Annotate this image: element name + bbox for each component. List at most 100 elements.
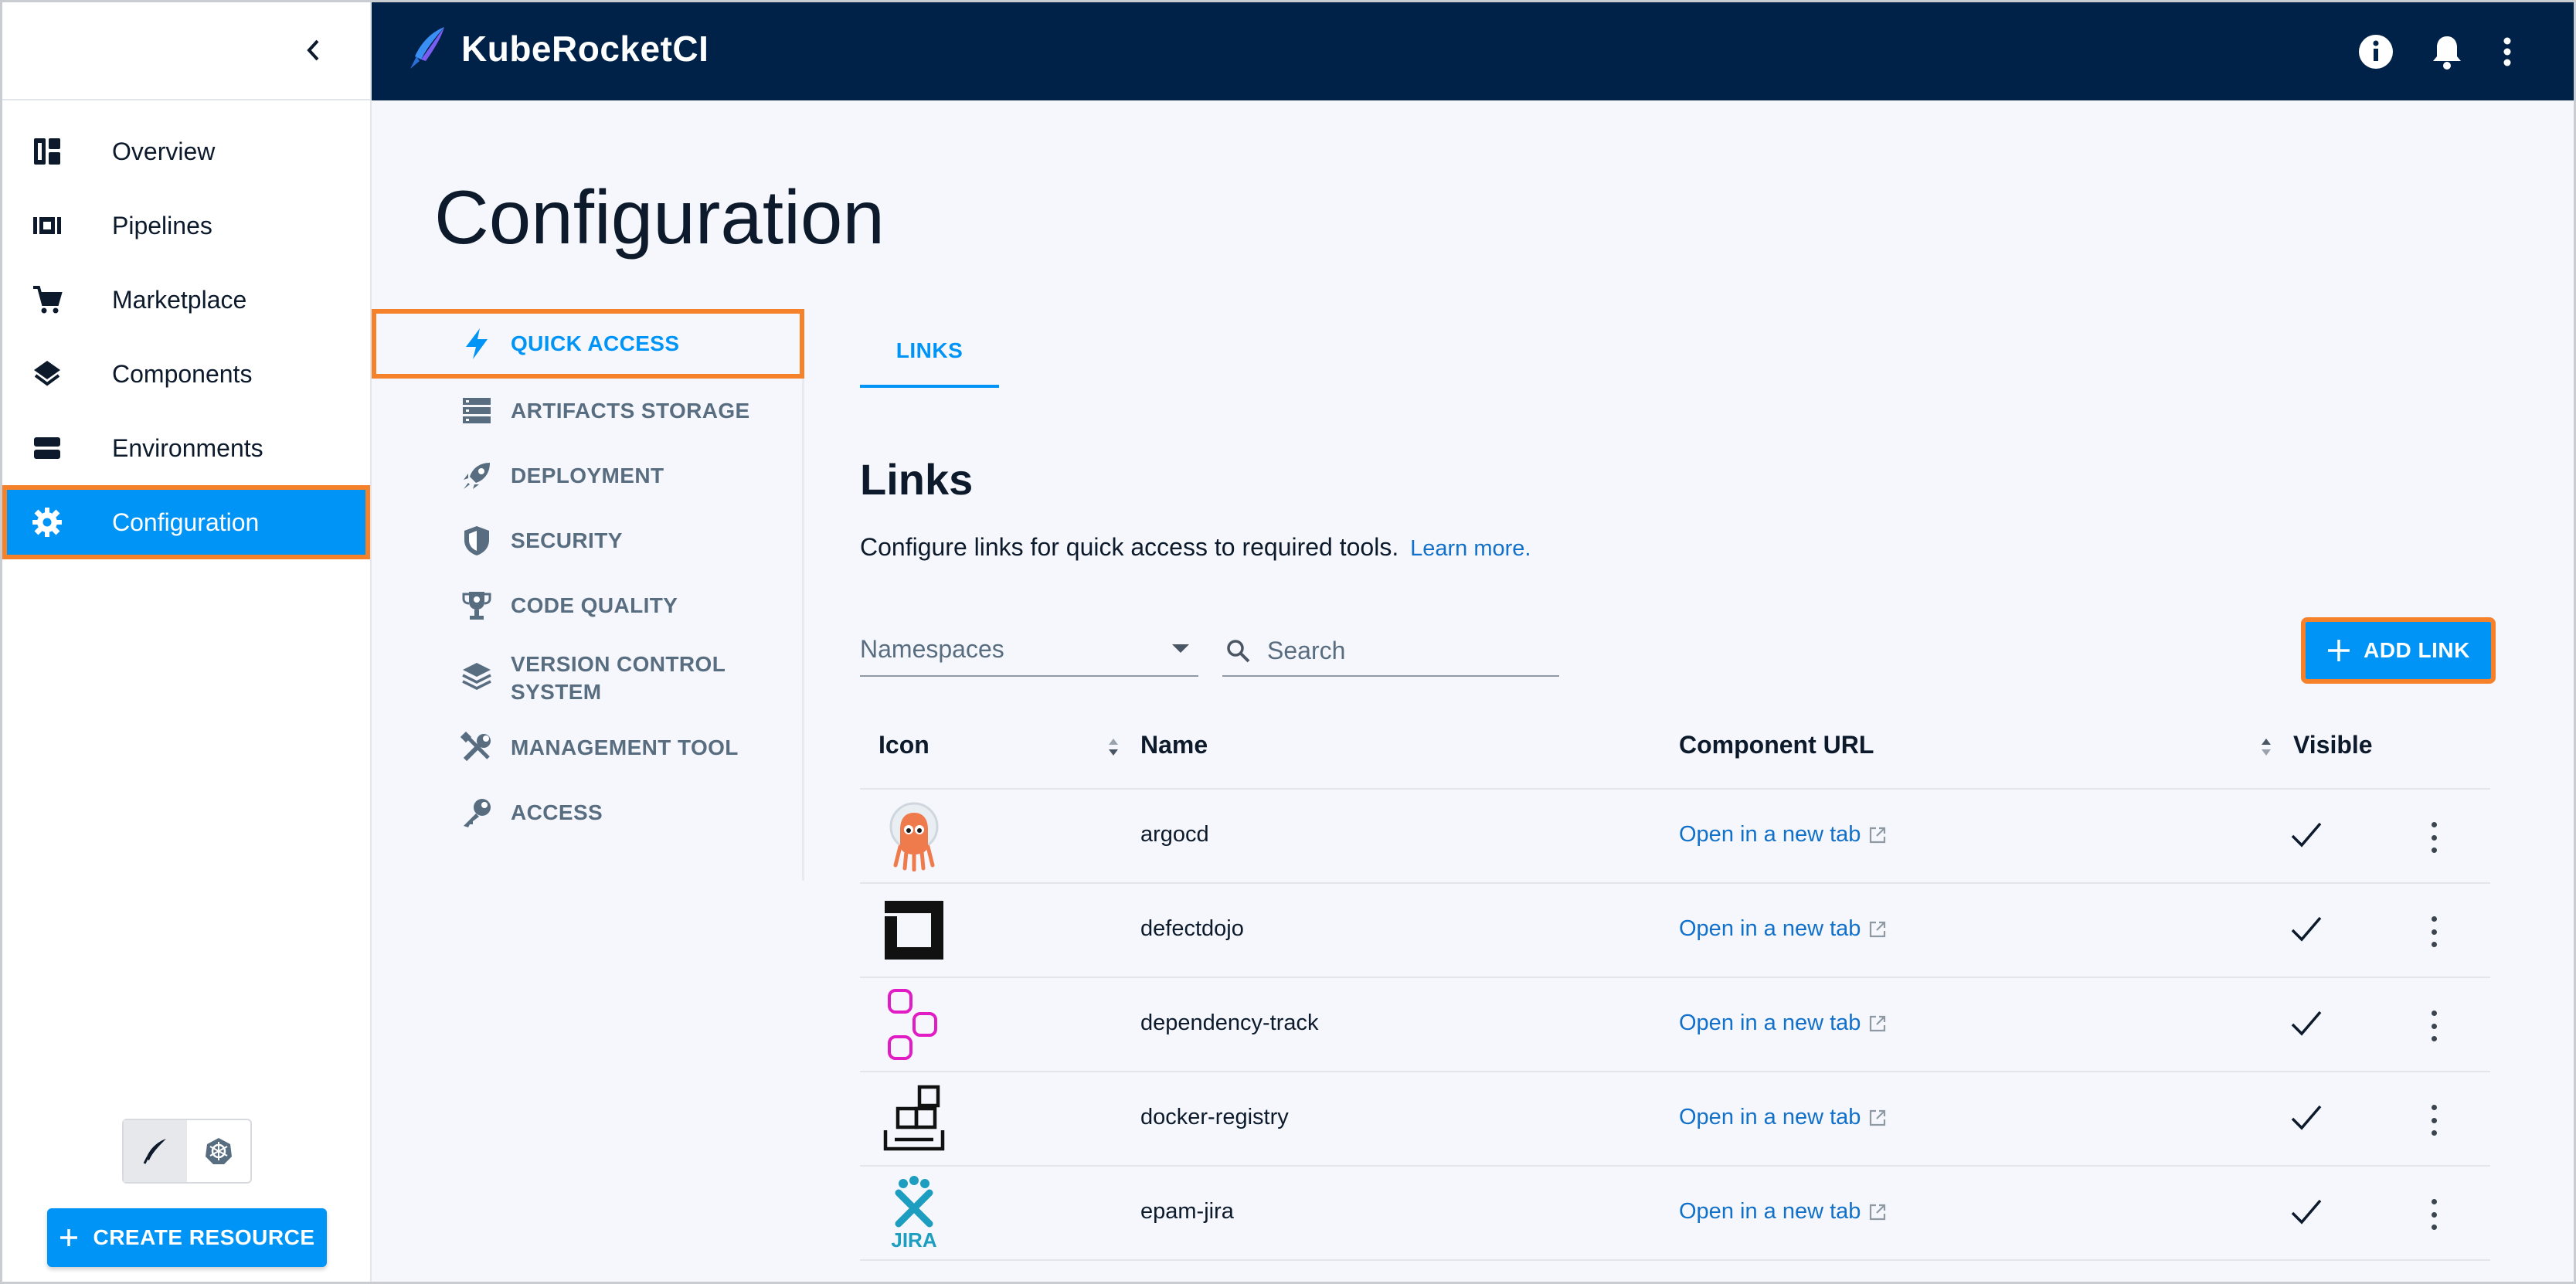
column-header-icon[interactable]: Icon xyxy=(878,731,929,759)
brand[interactable]: KubeRocketCI xyxy=(406,25,709,72)
learn-more-link[interactable]: Learn more. xyxy=(1410,536,1531,561)
rocket-icon xyxy=(458,457,495,494)
sidebar-item-label: Components xyxy=(112,359,253,388)
sidebar-item-label: Overview xyxy=(112,137,216,165)
jira-logo-icon: JIRA xyxy=(878,1176,950,1250)
section-description: Configure links for quick access to requ… xyxy=(860,533,1531,562)
sort-icon[interactable] xyxy=(2260,734,2272,760)
docker-registry-logo-icon xyxy=(878,1083,950,1154)
sidebar-item-marketplace[interactable]: Marketplace xyxy=(2,263,370,337)
external-link-icon xyxy=(1870,1204,1886,1220)
create-resource-button[interactable]: CREATE RESOURCE xyxy=(47,1208,327,1267)
cart-icon xyxy=(30,283,64,317)
row-menu-button[interactable] xyxy=(2428,916,2439,947)
sidebar-item-label: Marketplace xyxy=(112,285,247,314)
pipelines-icon xyxy=(30,209,64,243)
external-link-icon xyxy=(1870,1015,1886,1031)
column-header-name[interactable]: Name xyxy=(1140,731,1208,759)
kubernetes-mode-button[interactable] xyxy=(187,1120,250,1182)
open-link[interactable]: Open in a new tab xyxy=(1679,1105,1887,1130)
top-header: KubeRocketCI xyxy=(372,2,2574,100)
subnav-item-management-tool[interactable]: MANAGEMENT TOOL xyxy=(372,715,804,780)
sort-icon[interactable] xyxy=(1107,734,1120,760)
column-header-visible[interactable]: Visible xyxy=(2293,731,2373,759)
sidebar-top xyxy=(2,2,370,100)
checkmark-icon xyxy=(2291,916,2322,942)
open-link-label: Open in a new tab xyxy=(1679,1199,1861,1224)
create-resource-label: CREATE RESOURCE xyxy=(93,1225,315,1249)
checkmark-icon xyxy=(2291,1199,2322,1225)
portal-mode-button[interactable] xyxy=(124,1120,187,1182)
row-name: docker-registry xyxy=(1140,1105,1289,1129)
open-link-label: Open in a new tab xyxy=(1679,1105,1861,1129)
gear-icon xyxy=(30,505,64,539)
section-title: Links xyxy=(860,455,974,504)
bell-icon xyxy=(2433,36,2461,70)
external-link-icon xyxy=(1870,827,1886,843)
table-row: docker-registry Open in a new tab xyxy=(860,1072,2490,1167)
plus-icon xyxy=(2328,640,2350,661)
namespaces-label: Namespaces xyxy=(860,635,1004,663)
checkmark-icon xyxy=(2291,1105,2322,1130)
info-button[interactable] xyxy=(2356,32,2396,72)
sidebar-item-label: Environments xyxy=(112,433,263,462)
dropdown-arrow-icon xyxy=(1172,644,1189,653)
row-name: defectdojo xyxy=(1140,916,1244,941)
open-link-label: Open in a new tab xyxy=(1679,1011,1861,1035)
notifications-button[interactable] xyxy=(2427,32,2467,72)
open-link[interactable]: Open in a new tab xyxy=(1679,1199,1887,1225)
external-link-icon xyxy=(1870,921,1886,937)
mode-toggle xyxy=(122,1119,252,1184)
jira-logo-text: JIRA xyxy=(891,1228,936,1250)
search-input[interactable] xyxy=(1267,634,1545,667)
subnav-item-access[interactable]: ACCESS xyxy=(372,780,804,845)
sidebar-item-label: Pipelines xyxy=(112,211,212,239)
open-link[interactable]: Open in a new tab xyxy=(1679,822,1887,848)
more-vertical-icon xyxy=(2503,37,2511,66)
sidebar-item-configuration[interactable]: Configuration xyxy=(2,485,370,559)
namespaces-select[interactable]: Namespaces xyxy=(860,626,1198,677)
subnav-item-label-line2: SYSTEM xyxy=(511,680,602,704)
subnav-item-version-control-system[interactable]: VERSION CONTROL SYSTEM xyxy=(372,638,804,715)
row-menu-button[interactable] xyxy=(2428,1011,2439,1041)
table-header: Icon Name Component URL Visible xyxy=(860,711,2490,790)
dashboard-icon xyxy=(30,134,64,168)
page-title: Configuration xyxy=(434,175,885,260)
defectdojo-logo-icon xyxy=(878,895,950,966)
row-menu-button[interactable] xyxy=(2428,822,2439,853)
tab-links[interactable]: LINKS xyxy=(860,317,999,388)
subnav-item-artifacts-storage[interactable]: ARTIFACTS STORAGE xyxy=(372,379,804,443)
row-name: dependency-track xyxy=(1140,1011,1319,1035)
subnav-item-deployment[interactable]: DEPLOYMENT xyxy=(372,443,804,508)
table-row: dependency-track Open in a new tab xyxy=(860,978,2490,1072)
table-row: JIRA epam-jira Open in a new tab xyxy=(860,1167,2490,1261)
open-link[interactable]: Open in a new tab xyxy=(1679,1011,1887,1036)
subnav-item-label: QUICK ACCESS xyxy=(511,331,680,355)
add-link-button[interactable]: ADD LINK xyxy=(2301,617,2496,684)
configuration-subnav: QUICK ACCESS ARTIFACTS STORAGE DEPLOYMEN… xyxy=(372,309,804,881)
sidebar-item-components[interactable]: Components xyxy=(2,337,370,411)
row-menu-button[interactable] xyxy=(2428,1199,2439,1230)
subnav-item-label: SECURITY xyxy=(511,528,623,552)
subnav-item-label: ARTIFACTS STORAGE xyxy=(511,399,750,423)
environments-icon xyxy=(30,431,64,465)
collapse-sidebar-button[interactable] xyxy=(296,33,330,67)
sidebar-item-environments[interactable]: Environments xyxy=(2,411,370,485)
sidebar-item-overview[interactable]: Overview xyxy=(2,114,370,189)
subnav-item-code-quality[interactable]: CODE QUALITY xyxy=(372,573,804,638)
subnav-item-quick-access[interactable]: QUICK ACCESS xyxy=(372,309,804,379)
description-text: Configure links for quick access to requ… xyxy=(860,533,1399,561)
layers-icon xyxy=(458,658,495,695)
more-menu-button[interactable] xyxy=(2487,32,2527,72)
table-row: defectdojo Open in a new tab xyxy=(860,884,2490,978)
table-row: argocd Open in a new tab xyxy=(860,790,2490,884)
open-link[interactable]: Open in a new tab xyxy=(1679,916,1887,942)
kubernetes-icon xyxy=(206,1138,232,1164)
rocket-feather-icon xyxy=(143,1139,166,1164)
row-menu-button[interactable] xyxy=(2428,1105,2439,1136)
column-header-url[interactable]: Component URL xyxy=(1679,731,1874,759)
subnav-item-label-line1: VERSION CONTROL xyxy=(511,652,726,676)
search-icon xyxy=(1227,640,1250,663)
sidebar-item-pipelines[interactable]: Pipelines xyxy=(2,189,370,263)
subnav-item-security[interactable]: SECURITY xyxy=(372,508,804,573)
